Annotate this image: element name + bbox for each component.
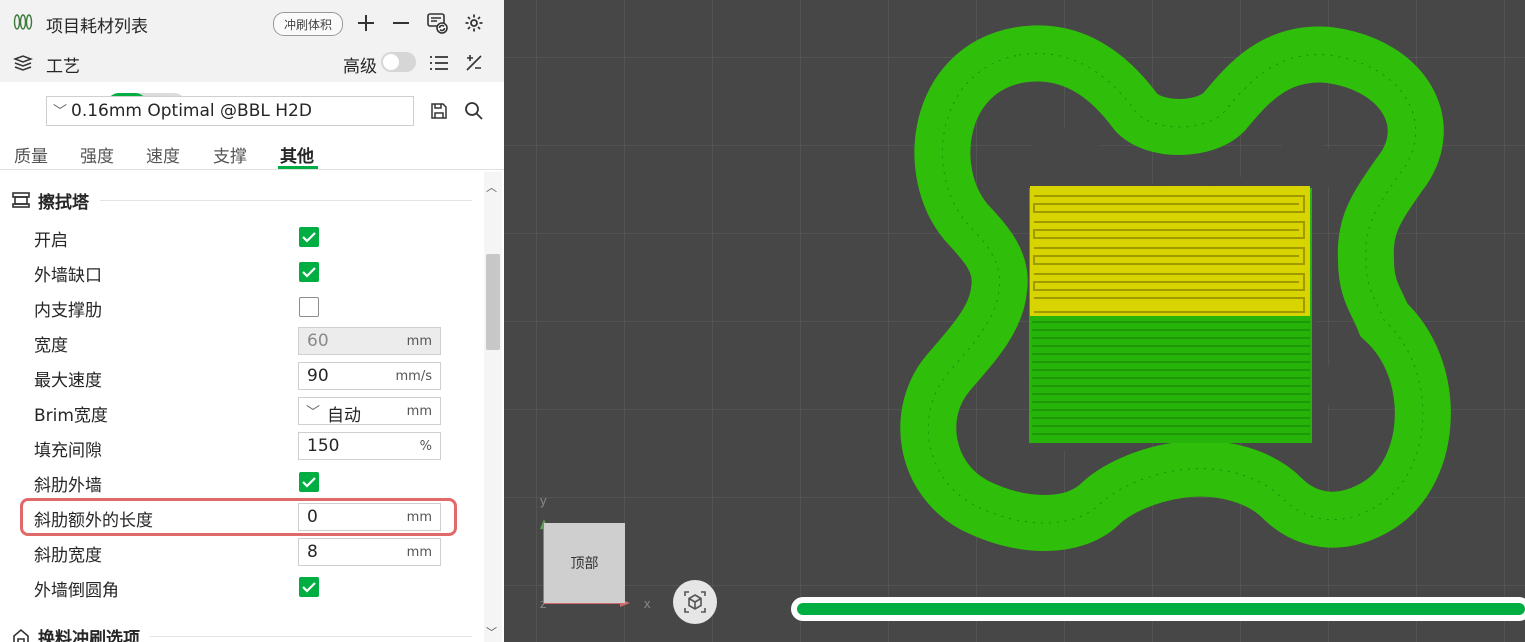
- section-title-wipe-tower: 擦拭塔: [38, 193, 89, 213]
- settings-panel: 项目耗材列表 冲刷体积 工艺 全局 对象 高级: [0, 0, 504, 642]
- enable-checkbox[interactable]: [299, 227, 319, 247]
- settings-scrollbar[interactable]: [484, 172, 502, 642]
- layers-icon: [12, 52, 34, 74]
- tabs-divider: [0, 169, 504, 170]
- view-orientation-button[interactable]: [673, 580, 717, 624]
- tab-support[interactable]: 支撑: [213, 142, 247, 167]
- wall-gap-checkbox[interactable]: [299, 262, 319, 282]
- scrollbar-thumb[interactable]: [486, 254, 500, 350]
- remove-icon[interactable]: [389, 11, 413, 35]
- width-field[interactable]: 60 mm: [298, 327, 441, 355]
- brim-width-value: 自动: [327, 406, 361, 426]
- flush-volume-button[interactable]: 冲刷体积: [273, 12, 343, 36]
- process-header: 工艺 全局 对象 高级: [0, 44, 504, 119]
- tab-speed[interactable]: 速度: [146, 142, 180, 167]
- setting-label-wall-fillet: 外墙倒圆角: [34, 581, 119, 601]
- cube-view-icon: [684, 591, 706, 613]
- setting-label-infill-gap: 填充间隙: [34, 441, 102, 461]
- infill-gap-value: 150: [307, 436, 340, 456]
- section-title-flush-options: 换料冲刷选项: [38, 629, 140, 642]
- setting-label-rib-wall: 斜肋外墙: [34, 476, 102, 496]
- setting-label-brim-width: Brim宽度: [34, 406, 108, 426]
- section-divider: [150, 636, 472, 637]
- view-cube[interactable]: 顶部: [544, 523, 625, 603]
- rib-wall-checkbox[interactable]: [299, 472, 319, 492]
- process-title: 工艺: [46, 57, 80, 77]
- tab-quality[interactable]: 质量: [14, 142, 48, 167]
- gear-icon[interactable]: [462, 11, 486, 35]
- scroll-down-icon[interactable]: ﹀: [486, 624, 497, 640]
- section-divider: [100, 200, 472, 201]
- 3d-viewport[interactable]: y z x: [504, 0, 1525, 642]
- wipe-tower-icon: [10, 189, 32, 211]
- max-speed-field[interactable]: 90 mm/s: [298, 362, 441, 390]
- wall-fillet-checkbox[interactable]: [299, 577, 319, 597]
- tab-others[interactable]: 其他: [280, 142, 314, 167]
- brim-width-unit: mm: [406, 404, 432, 419]
- filament-sync-icon[interactable]: [424, 10, 450, 36]
- list-view-icon[interactable]: [427, 51, 451, 75]
- rib-width-field[interactable]: 8 mm: [298, 538, 441, 566]
- advanced-toggle[interactable]: [381, 52, 416, 72]
- search-icon[interactable]: [462, 99, 486, 123]
- tab-strength[interactable]: 强度: [80, 142, 114, 167]
- yellow-filament-region: [1030, 186, 1310, 316]
- setting-label-inner-rib: 内支撑肋: [34, 301, 102, 321]
- infill-gap-unit: %: [419, 439, 432, 454]
- highlight-box: [20, 498, 457, 536]
- chevron-down-icon: ﹀: [53, 104, 67, 120]
- width-unit: mm: [406, 334, 432, 349]
- compare-icon[interactable]: [462, 51, 486, 75]
- slice-progress-fill: [797, 603, 1525, 615]
- rib-width-value: 8: [307, 542, 318, 562]
- process-preset-select[interactable]: ﹀ 0.16mm Optimal @BBL H2D: [46, 96, 414, 126]
- flush-options-icon: [10, 625, 32, 642]
- width-value: 60: [307, 331, 329, 351]
- setting-label-max-speed: 最大速度: [34, 371, 102, 391]
- max-speed-value: 90: [307, 366, 329, 386]
- preset-name: 0.16mm Optimal @BBL H2D: [71, 101, 312, 121]
- setting-label-width: 宽度: [34, 336, 68, 356]
- chevron-down-icon: ﹀: [306, 405, 320, 421]
- save-icon[interactable]: [427, 99, 451, 123]
- setting-label-wall-gap: 外墙缺口: [34, 266, 102, 286]
- filament-spool-icon: [12, 11, 34, 33]
- setting-label-enable: 开启: [34, 231, 68, 251]
- max-speed-unit: mm/s: [395, 369, 432, 384]
- filament-list-title: 项目耗材列表: [46, 17, 148, 37]
- slice-progress-bar: [791, 597, 1525, 621]
- brim-width-combo[interactable]: ﹀ 自动 mm: [298, 397, 441, 426]
- rib-width-unit: mm: [406, 545, 432, 560]
- add-icon[interactable]: [354, 11, 378, 35]
- filament-header: 项目耗材列表 冲刷体积: [0, 0, 504, 44]
- advanced-label: 高级: [343, 57, 377, 77]
- setting-label-rib-width: 斜肋宽度: [34, 546, 102, 566]
- scroll-up-icon[interactable]: ︿: [486, 179, 497, 195]
- inner-rib-checkbox[interactable]: [299, 297, 319, 317]
- infill-gap-field[interactable]: 150 %: [298, 432, 441, 460]
